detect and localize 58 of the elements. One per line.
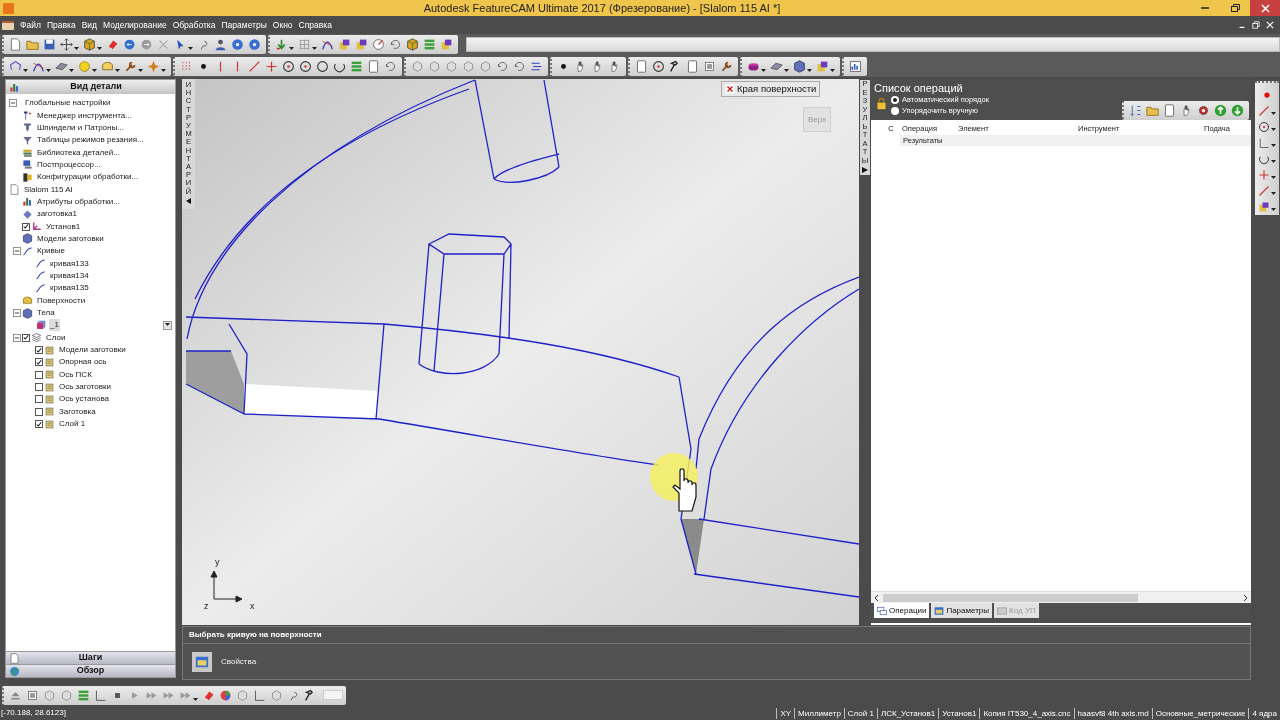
panel-title: Вид детали — [69, 80, 123, 94]
tree-item[interactable]: Менеджер инструмента... — [36, 109, 133, 122]
tree-item[interactable]: Тела — [36, 307, 56, 319]
tree-item[interactable]: Конфигурации обработки... — [36, 171, 140, 184]
tree-item[interactable]: Глобальные настройки — [24, 97, 112, 110]
menu-item[interactable]: Моделирование — [100, 16, 170, 34]
properties-button[interactable]: Свойства — [192, 651, 257, 672]
tree-item[interactable]: Таблицы режимов резания... — [36, 134, 145, 147]
tree-item[interactable]: Опорная ось — [58, 356, 108, 369]
tree-item[interactable]: Поверхности — [36, 294, 87, 307]
status-field: Установ1 — [938, 707, 980, 719]
tree-item[interactable]: Ось ПСК — [58, 368, 93, 381]
status-field: 4 ядра — [1248, 707, 1280, 719]
menu-item[interactable]: Вид — [78, 16, 100, 34]
tree-item[interactable]: Slalom 115 AI — [23, 183, 74, 196]
status-field: Основные_метрические — [1151, 707, 1249, 719]
status-field: XY — [776, 707, 795, 719]
tree-item[interactable]: Атрибуты обработки... — [36, 195, 121, 208]
axis-label: z — [204, 601, 209, 611]
tree-item[interactable]: Слой 1 — [58, 418, 87, 431]
menu-item[interactable]: Файл — [17, 16, 44, 34]
tree-item[interactable]: _1 — [49, 319, 60, 332]
panel-button[interactable]: Обзор — [6, 664, 175, 677]
tooltip-text: Края поверхности — [737, 81, 817, 96]
tree-item[interactable]: Шпиндели и Патроны... — [36, 121, 125, 134]
status-field: Слой 1 — [843, 707, 877, 719]
prompt-text: Выбрать кривую на поверхности — [189, 629, 322, 641]
tree-item[interactable]: Библиотека деталей... — [36, 146, 121, 159]
menu-item[interactable]: Окно — [269, 16, 296, 34]
menu-item[interactable]: Обработка — [169, 16, 219, 34]
menu-item[interactable]: Справка — [295, 16, 335, 34]
tree-item[interactable]: Ось установа — [58, 393, 111, 406]
status-field: ЛСК_Установ1 — [876, 707, 939, 719]
tree-item[interactable]: кривая133 — [49, 257, 90, 270]
tree-item[interactable]: Установ1 — [45, 220, 82, 233]
axis-label: y — [215, 557, 220, 567]
panel-button[interactable]: Шаги — [6, 651, 175, 664]
window-title: Autodesk FeatureCAM Ultimate 2017 (Фрезерование) - [Slalom 115 AI *] — [422, 1, 782, 16]
panel-title: Список операций — [874, 81, 963, 96]
menu-item[interactable]: Правка — [43, 16, 79, 34]
tree-item[interactable]: Ось заготовки — [58, 381, 112, 394]
menu-item[interactable]: Параметры — [218, 16, 270, 34]
tree-item[interactable]: Заготовка — [58, 405, 97, 418]
tree-item[interactable]: Кривые — [36, 245, 67, 258]
axis-label: x — [250, 601, 255, 611]
tree-item[interactable]: кривая135 — [49, 282, 90, 295]
tree-item[interactable]: Постпроцессор... — [36, 158, 102, 171]
cursor-coordinates: [-70.188, 28.6123] — [0, 707, 66, 719]
tree-item[interactable]: кривая134 — [49, 270, 90, 282]
status-field: Миллиметр — [794, 707, 844, 719]
tree-item[interactable]: Слои — [45, 331, 67, 344]
status-field: haasvf8 4th axis.md — [1073, 707, 1152, 719]
tab[interactable]: Параметры — [931, 603, 993, 618]
tree-item[interactable]: Модели заготовки — [58, 344, 127, 357]
tree-item[interactable]: заготовка1 — [36, 208, 78, 221]
tab[interactable]: Операции — [874, 603, 930, 618]
tree-item[interactable]: Модели заготовки — [36, 232, 105, 245]
status-field: Копия IT530_4_axis.cnc — [979, 707, 1074, 719]
